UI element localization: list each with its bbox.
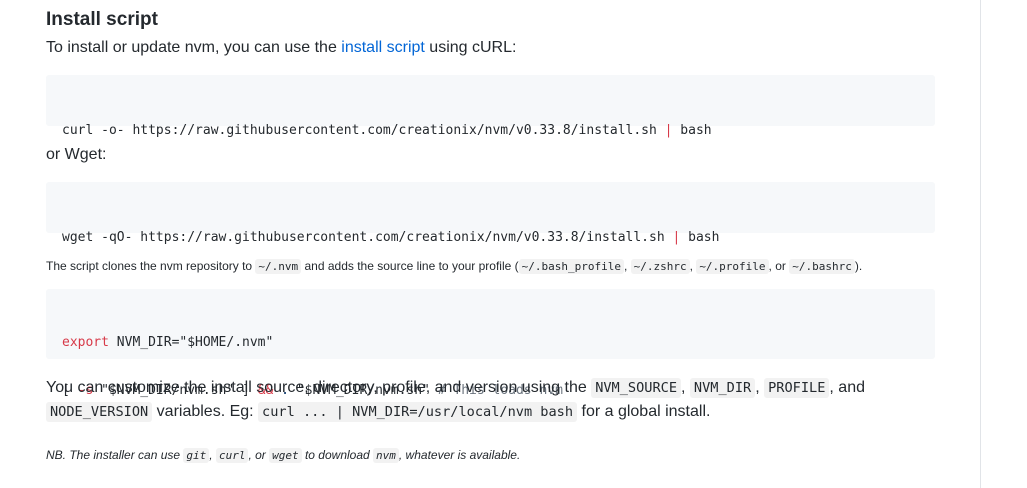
section-heading: Install script — [46, 9, 158, 30]
code-zshrc: ~/.zshrc — [630, 259, 690, 274]
install-script-link[interactable]: install script — [341, 39, 425, 56]
wget-code-block[interactable]: wget -qO- https://raw.githubusercontent.… — [46, 182, 935, 245]
nb-note: NB. The installer can use git, curl, or … — [46, 448, 521, 463]
code-global-install-example: curl ... | NVM_DIR=/usr/local/nvm bash — [258, 402, 578, 422]
curl-code-block[interactable]: curl -o- https://raw.githubusercontent.c… — [46, 75, 935, 138]
code-profile: ~/.profile — [696, 259, 769, 274]
code-nvm: nvm — [373, 448, 399, 463]
code-node-version: NODE_VERSION — [46, 402, 153, 422]
code-nvm-dir: ~/.nvm — [255, 259, 302, 274]
clone-note: The script clones the nvm repository to … — [46, 259, 863, 274]
export-code-block[interactable]: export NVM_DIR="$HOME/.nvm" [ -s "$NVM_D… — [46, 289, 935, 398]
code-bashrc: ~/.bashrc — [789, 259, 855, 274]
code-bash-profile: ~/.bash_profile — [518, 259, 624, 274]
customize-paragraph-line2: NODE_VERSION variables. Eg: curl ... | N… — [46, 400, 710, 424]
code-nvm-source: NVM_SOURCE — [591, 378, 682, 398]
code-wget: wget — [269, 448, 302, 463]
code-nvm-dir-var: NVM_DIR — [689, 378, 756, 398]
code-curl: curl — [215, 448, 249, 463]
code-git: git — [183, 448, 210, 463]
intro-paragraph: To install or update nvm, you can use th… — [46, 39, 517, 56]
or-wget-paragraph: or Wget: — [46, 146, 107, 163]
customize-paragraph-line1: You can customize the install source, di… — [46, 378, 865, 398]
code-profile-var: PROFILE — [764, 378, 830, 398]
